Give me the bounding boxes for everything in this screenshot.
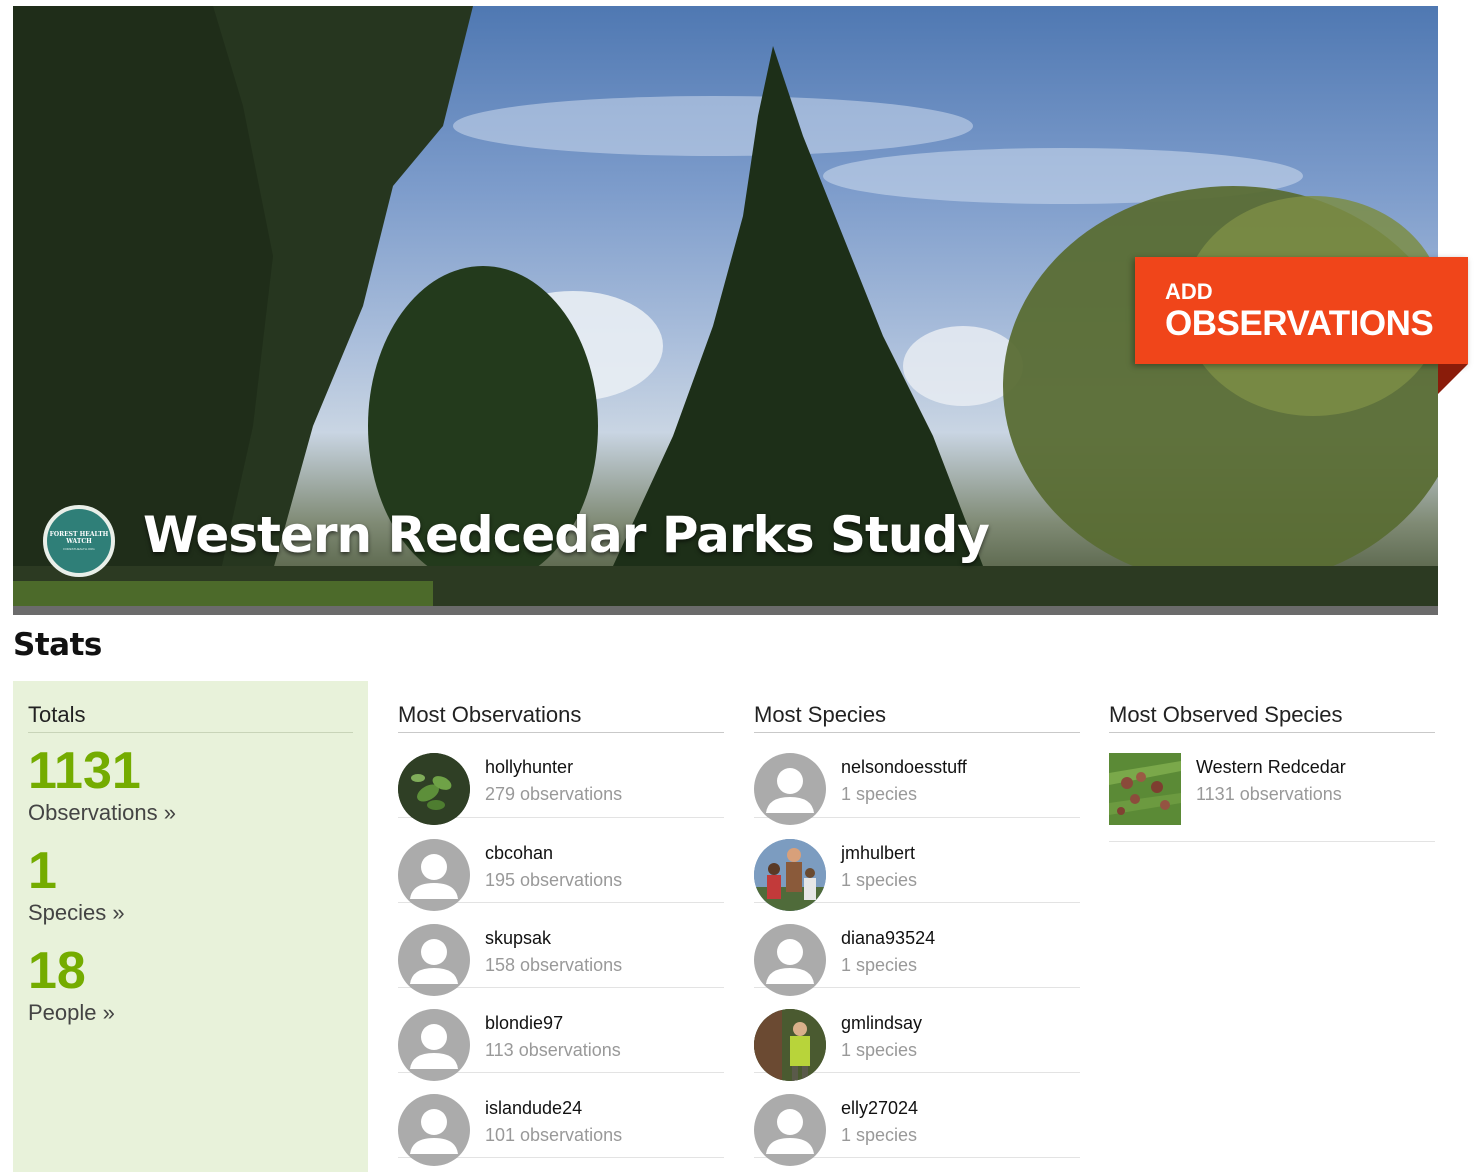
species-count: 1 species bbox=[841, 784, 918, 804]
total-observations-value: 1131 bbox=[28, 742, 141, 800]
observer-row: cbcohan 195 observations bbox=[398, 818, 724, 911]
most-observations-heading: Most Observations bbox=[398, 689, 724, 733]
observer-name[interactable]: skupsak bbox=[485, 926, 622, 950]
add-observations-button[interactable]: ADD OBSERVATIONS bbox=[1135, 257, 1468, 364]
default-user-icon bbox=[410, 854, 458, 899]
add-observations-line2: OBSERVATIONS bbox=[1165, 304, 1434, 343]
total-people-value: 18 bbox=[28, 942, 86, 1000]
logo-sub: FORESTHEALTH.ORG bbox=[63, 547, 95, 551]
total-people: 18 People » bbox=[28, 943, 353, 1027]
default-user-icon bbox=[410, 939, 458, 984]
project-logo: FOREST HEALTH WATCH FORESTHEALTH.ORG bbox=[43, 505, 115, 577]
add-observations-line1: ADD bbox=[1165, 279, 1213, 304]
species-row: Western Redcedar 1131 observations bbox=[1109, 733, 1435, 842]
most-observed-species-column: Most Observed Species Western Redcedar 1… bbox=[1109, 681, 1435, 842]
species-observer-row: nelsondoesstuff 1 species bbox=[754, 733, 1080, 825]
observer-name[interactable]: cbcohan bbox=[485, 841, 622, 865]
person-tree-photo-icon bbox=[754, 1009, 826, 1081]
observer-row: hollyhunter 279 observations bbox=[398, 733, 724, 825]
species-count: 1 species bbox=[841, 1125, 918, 1145]
user-avatar[interactable] bbox=[398, 1009, 470, 1081]
most-species-heading: Most Species bbox=[754, 689, 1080, 733]
observer-count: 101 observations bbox=[485, 1125, 623, 1145]
species-observer-row: gmlindsay 1 species bbox=[754, 988, 1080, 1081]
observer-name[interactable]: gmlindsay bbox=[841, 1011, 922, 1035]
species-observer-row: jmhulbert 1 species bbox=[754, 818, 1080, 911]
most-observed-species-heading: Most Observed Species bbox=[1109, 689, 1435, 733]
observer-name[interactable]: elly27024 bbox=[841, 1096, 918, 1120]
total-species: 1 Species » bbox=[28, 843, 353, 927]
most-species-column: Most Species nelsondoesstuff 1 species j… bbox=[754, 681, 1080, 1166]
totals-heading: Totals bbox=[28, 689, 353, 733]
observer-name[interactable]: nelsondoesstuff bbox=[841, 755, 967, 779]
user-avatar[interactable] bbox=[398, 1094, 470, 1166]
user-avatar[interactable] bbox=[754, 839, 826, 911]
user-avatar[interactable] bbox=[398, 753, 470, 825]
observer-name[interactable]: blondie97 bbox=[485, 1011, 621, 1035]
default-user-icon bbox=[766, 768, 814, 813]
default-user-icon bbox=[410, 1109, 458, 1154]
species-observer-row: elly27024 1 species bbox=[754, 1073, 1080, 1166]
observer-count: 113 observations bbox=[485, 1040, 621, 1060]
banner-bottom-bar bbox=[13, 606, 1438, 615]
total-observations: 1131 Observations » bbox=[28, 743, 353, 827]
observer-count: 195 observations bbox=[485, 870, 623, 890]
default-user-icon bbox=[766, 1109, 814, 1154]
most-observations-column: Most Observations hollyhunter 279 observ… bbox=[398, 681, 724, 1166]
species-observer-row: diana93524 1 species bbox=[754, 903, 1080, 996]
total-observations-link[interactable]: Observations » bbox=[28, 799, 353, 827]
people-photo-icon bbox=[754, 839, 826, 911]
total-species-value: 1 bbox=[28, 842, 57, 900]
totals-panel: Totals 1131 Observations » 1 Species » 1… bbox=[13, 681, 368, 1172]
user-avatar[interactable] bbox=[398, 924, 470, 996]
observer-row: skupsak 158 observations bbox=[398, 903, 724, 996]
plant-photo-icon bbox=[398, 753, 470, 825]
species-observation-count: 1131 observations bbox=[1196, 784, 1342, 804]
redcedar-photo-icon bbox=[1109, 753, 1181, 825]
default-user-icon bbox=[766, 939, 814, 984]
species-count: 1 species bbox=[841, 1040, 918, 1060]
default-user-icon bbox=[410, 1024, 458, 1069]
observer-row: islandude24 101 observations bbox=[398, 1073, 724, 1166]
observer-name[interactable]: diana93524 bbox=[841, 926, 935, 950]
user-avatar[interactable] bbox=[398, 839, 470, 911]
observer-count: 279 observations bbox=[485, 784, 623, 804]
observer-name[interactable]: hollyhunter bbox=[485, 755, 622, 779]
species-thumbnail[interactable] bbox=[1109, 753, 1181, 825]
observer-row: blondie97 113 observations bbox=[398, 988, 724, 1081]
user-avatar[interactable] bbox=[754, 1094, 826, 1166]
logo-text: FOREST HEALTH WATCH bbox=[49, 531, 109, 545]
total-people-link[interactable]: People » bbox=[28, 999, 353, 1027]
observer-name[interactable]: islandude24 bbox=[485, 1096, 622, 1120]
species-count: 1 species bbox=[841, 955, 918, 975]
user-avatar[interactable] bbox=[754, 924, 826, 996]
user-avatar[interactable] bbox=[754, 753, 826, 825]
observer-count: 158 observations bbox=[485, 955, 623, 975]
stats-heading: Stats bbox=[13, 627, 102, 663]
ribbon-fold bbox=[1438, 364, 1468, 394]
observer-name[interactable]: jmhulbert bbox=[841, 841, 917, 865]
project-title: Western Redcedar Parks Study bbox=[143, 506, 990, 564]
user-avatar[interactable] bbox=[754, 1009, 826, 1081]
total-species-link[interactable]: Species » bbox=[28, 899, 353, 927]
species-count: 1 species bbox=[841, 870, 918, 890]
species-name[interactable]: Western Redcedar bbox=[1196, 755, 1346, 779]
